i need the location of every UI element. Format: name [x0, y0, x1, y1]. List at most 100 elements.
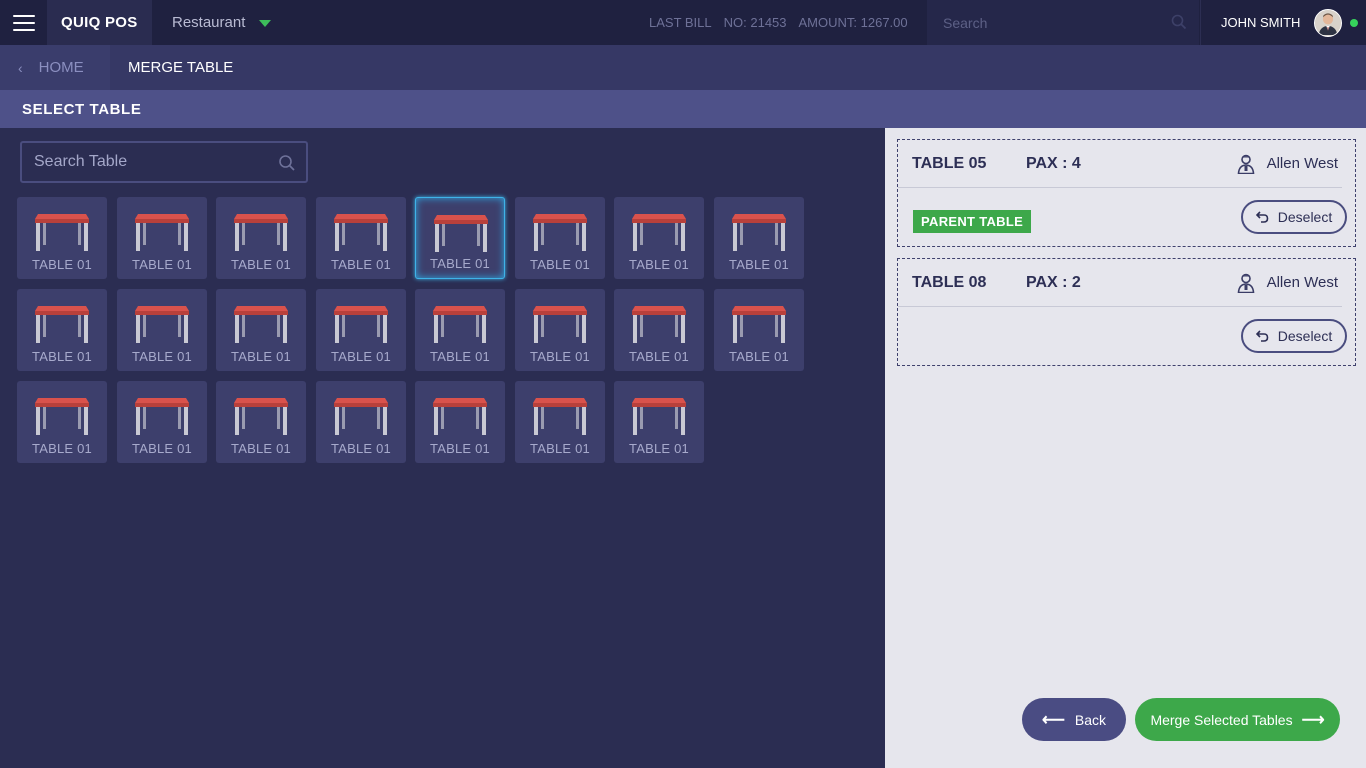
table-tile[interactable]: TABLE 01 [216, 381, 306, 463]
table-tile-label: TABLE 01 [430, 349, 490, 364]
table-tile[interactable]: TABLE 01 [714, 289, 804, 371]
selected-tables-panel: TABLE 05 PAX : 4 Allen West PARENT TABLE… [885, 128, 1366, 768]
table-icon [632, 214, 686, 251]
table-tile[interactable]: TABLE 01 [117, 381, 207, 463]
table-icon [732, 306, 786, 343]
table-tile[interactable]: TABLE 01 [515, 197, 605, 279]
waiter-info: Allen West [1237, 273, 1338, 293]
table-tile[interactable]: TABLE 01 [316, 197, 406, 279]
undo-icon [1255, 330, 1269, 342]
arrow-left-icon: ⟵ [1041, 711, 1065, 729]
merge-button-label: Merge Selected Tables [1150, 711, 1293, 728]
waiter-info: Allen West [1237, 154, 1338, 174]
table-tile-label: TABLE 01 [132, 349, 192, 364]
brand-name: QUIQ POS [47, 0, 152, 45]
table-tile-label: TABLE 01 [530, 257, 590, 272]
table-tile[interactable]: TABLE 01 [614, 381, 704, 463]
user-name: JOHN SMITH [1221, 15, 1301, 30]
breadcrumb: ‹ HOME MERGE TABLE [0, 45, 1366, 90]
table-icon [533, 398, 587, 435]
breadcrumb-home-link[interactable]: ‹ HOME [0, 45, 110, 90]
outlet-selector[interactable]: Restaurant [152, 0, 352, 45]
table-icon [135, 214, 189, 251]
table-tile[interactable]: TABLE 01 [117, 197, 207, 279]
table-tile[interactable]: TABLE 01 [415, 197, 505, 279]
table-icon [433, 398, 487, 435]
table-icon [433, 306, 487, 343]
search-icon[interactable] [1171, 14, 1187, 30]
waiter-name: Allen West [1266, 155, 1338, 172]
table-tile[interactable]: TABLE 01 [216, 289, 306, 371]
waiter-name: Allen West [1266, 274, 1338, 291]
table-search [20, 141, 308, 183]
last-bill-amount: AMOUNT: 1267.00 [798, 15, 908, 30]
last-bill-label: LAST BILL [649, 15, 712, 30]
table-tile[interactable]: TABLE 01 [515, 381, 605, 463]
online-status-indicator [1350, 18, 1359, 27]
table-tile[interactable]: TABLE 01 [515, 289, 605, 371]
deselect-button[interactable]: Deselect [1241, 200, 1347, 234]
top-bar: QUIQ POS Restaurant LAST BILL NO: 21453 … [0, 0, 1366, 45]
table-tile[interactable]: TABLE 01 [316, 381, 406, 463]
table-icon [234, 214, 288, 251]
table-icon [632, 306, 686, 343]
table-tile-label: TABLE 01 [331, 349, 391, 364]
arrow-right-icon: ⟶ [1301, 711, 1325, 729]
table-tile[interactable]: TABLE 01 [316, 289, 406, 371]
table-tile-label: TABLE 01 [430, 256, 490, 271]
table-tile-label: TABLE 01 [132, 257, 192, 272]
global-search-input[interactable] [943, 14, 1163, 31]
table-tile-label: TABLE 01 [629, 257, 689, 272]
back-button-label: Back [1074, 711, 1107, 728]
table-tile-label: TABLE 01 [331, 257, 391, 272]
deselect-button[interactable]: Deselect [1241, 319, 1347, 353]
table-tile-label: TABLE 01 [32, 257, 92, 272]
global-search [927, 0, 1199, 45]
deselect-label: Deselect [1277, 209, 1333, 225]
merge-selected-tables-button[interactable]: Merge Selected Tables ⟶ [1135, 698, 1340, 741]
last-bill-info: LAST BILL NO: 21453 AMOUNT: 1267.00 [649, 15, 908, 30]
table-tile[interactable]: TABLE 01 [17, 381, 107, 463]
table-tile-label: TABLE 01 [331, 441, 391, 456]
table-tile[interactable]: TABLE 01 [614, 197, 704, 279]
selected-table-card: TABLE 08 PAX : 2 Allen West Deselect [897, 258, 1356, 366]
table-icon [35, 306, 89, 343]
table-icon [135, 398, 189, 435]
breadcrumb-current: MERGE TABLE [128, 59, 234, 76]
hamburger-menu-icon[interactable] [0, 0, 47, 45]
table-tile-label: TABLE 01 [32, 441, 92, 456]
parent-table-badge: PARENT TABLE [913, 210, 1032, 233]
table-tile-label: TABLE 01 [231, 349, 291, 364]
selected-table-pax: PAX : 2 [1026, 273, 1081, 291]
selected-table-name: TABLE 08 [912, 273, 987, 291]
table-tile[interactable]: TABLE 01 [17, 197, 107, 279]
table-icon [234, 398, 288, 435]
table-tile[interactable]: TABLE 01 [714, 197, 804, 279]
avatar[interactable] [1314, 8, 1343, 37]
table-tile[interactable]: TABLE 01 [614, 289, 704, 371]
table-tile-label: TABLE 01 [629, 349, 689, 364]
table-tile[interactable]: TABLE 01 [415, 381, 505, 463]
table-tile-label: TABLE 01 [430, 441, 490, 456]
table-icon [334, 214, 388, 251]
table-search-input[interactable] [34, 153, 264, 171]
selected-table-pax: PAX : 4 [1026, 154, 1081, 172]
table-icon [334, 306, 388, 343]
table-icon [533, 306, 587, 343]
table-tile[interactable]: TABLE 01 [216, 197, 306, 279]
table-icon [234, 306, 288, 343]
table-tile[interactable]: TABLE 01 [415, 289, 505, 371]
section-title: SELECT TABLE [0, 90, 1366, 128]
table-tile-label: TABLE 01 [231, 441, 291, 456]
back-button[interactable]: ⟵ Back [1022, 698, 1126, 741]
chevron-left-icon: ‹ [18, 59, 23, 76]
table-tile-label: TABLE 01 [32, 349, 92, 364]
waiter-icon [1237, 154, 1254, 174]
selected-table-card: TABLE 05 PAX : 4 Allen West PARENT TABLE… [897, 139, 1356, 247]
table-icon [632, 398, 686, 435]
user-menu[interactable]: JOHN SMITH [1200, 0, 1366, 45]
table-icon [334, 398, 388, 435]
table-tile[interactable]: TABLE 01 [117, 289, 207, 371]
search-icon[interactable] [278, 154, 296, 172]
table-tile[interactable]: TABLE 01 [17, 289, 107, 371]
